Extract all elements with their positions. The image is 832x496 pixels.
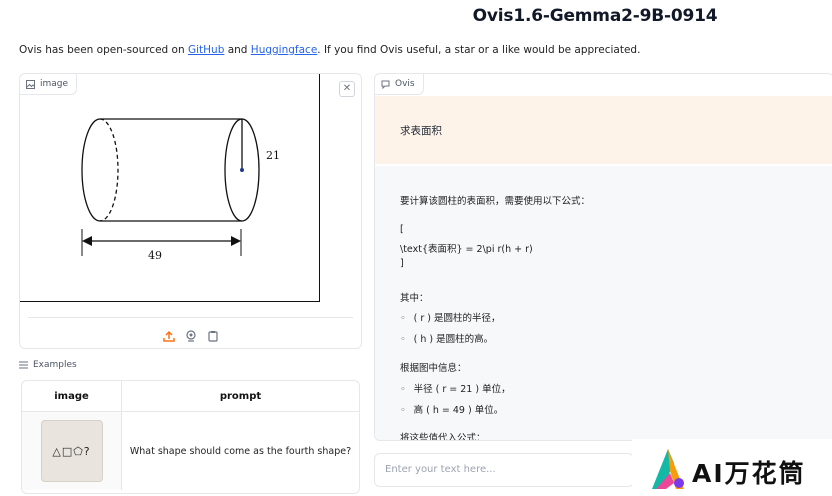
bot-list-item: ( h ) 是圆柱的高。 [400, 331, 494, 345]
user-message-text: 求表面积 [400, 125, 442, 137]
bot-list-item: 半径 ( r = 21 ) 单位， [400, 381, 511, 395]
image-source-toolbar [28, 317, 353, 348]
uploaded-image: 21 49 [20, 74, 320, 302]
radius-label: 21 [266, 149, 280, 162]
example-row[interactable]: △□⬠? What shape should come as the fourt… [22, 411, 360, 491]
watermark-text: AI万花筒 [692, 459, 806, 488]
image-icon [26, 79, 35, 89]
chat-text-input[interactable] [383, 463, 627, 476]
column-header-prompt: prompt [121, 381, 359, 412]
image-panel: 21 49 image ✕ [19, 73, 362, 349]
image-label-text: image [40, 79, 69, 89]
example-prompt-cell[interactable]: What shape should come as the fourth sha… [122, 412, 360, 491]
bot-list-item: ( r ) 是圆柱的半径， [400, 310, 501, 324]
webcam-icon[interactable] [185, 327, 197, 342]
examples-label: Examples [19, 360, 77, 370]
image-label: image [20, 74, 78, 95]
column-header-image: image [22, 381, 122, 412]
chat-label-text: Ovis [395, 79, 415, 89]
bot-list-item: 高 ( h = 49 ) 单位。 [400, 402, 504, 416]
bot-line: [ [400, 224, 404, 235]
intro-before: Ovis has been open-sourced on [19, 44, 188, 56]
example-thumbnail: △□⬠? [40, 420, 103, 482]
clipboard-icon[interactable] [207, 327, 219, 342]
bot-line: \text{表面积} = 2\pi r(h + r) [400, 244, 533, 255]
length-label: 49 [148, 249, 162, 262]
upload-icon[interactable] [162, 327, 175, 342]
list-icon [19, 361, 28, 369]
bot-message: 要计算该圆柱的表面积，需要使用以下公式： [ \text{表面积} = 2\pi… [375, 166, 832, 440]
chat-label: Ovis [375, 74, 424, 95]
examples-header-row: image prompt [22, 381, 359, 412]
huggingface-link[interactable]: Huggingface [251, 44, 317, 56]
chat-input-box[interactable] [374, 453, 634, 487]
clear-image-button[interactable]: ✕ [339, 81, 355, 97]
bot-line: ] [400, 258, 404, 269]
github-link[interactable]: GitHub [188, 44, 224, 56]
bot-line: 其中： [400, 293, 429, 304]
chat-icon [381, 80, 390, 89]
chat-panel: Ovis 求表面积 要计算该圆柱的表面积，需要使用以下公式： [ \text{表… [374, 73, 832, 441]
intro-after: . If you find Ovis useful, a star or a l… [317, 44, 641, 56]
user-message: 求表面积 [375, 96, 832, 164]
examples-table: image prompt △□⬠? What shape should come… [21, 380, 360, 494]
bot-line: 根据图中信息： [400, 363, 467, 374]
page-title: Ovis1.6-Gemma2-9B-0914 [472, 6, 718, 26]
bot-line: 将这些值代入公式： [400, 433, 486, 441]
bot-line: 要计算该圆柱的表面积，需要使用以下公式： [400, 196, 591, 207]
examples-label-text: Examples [33, 360, 77, 370]
intro-middle: and [224, 44, 251, 56]
cylinder-figure: 21 49 [81, 118, 280, 262]
intro-text: Ovis has been open-sourced on GitHub and… [19, 44, 640, 56]
example-image-cell[interactable]: △□⬠? [22, 411, 122, 490]
watermark: AI万花筒 [632, 439, 832, 496]
